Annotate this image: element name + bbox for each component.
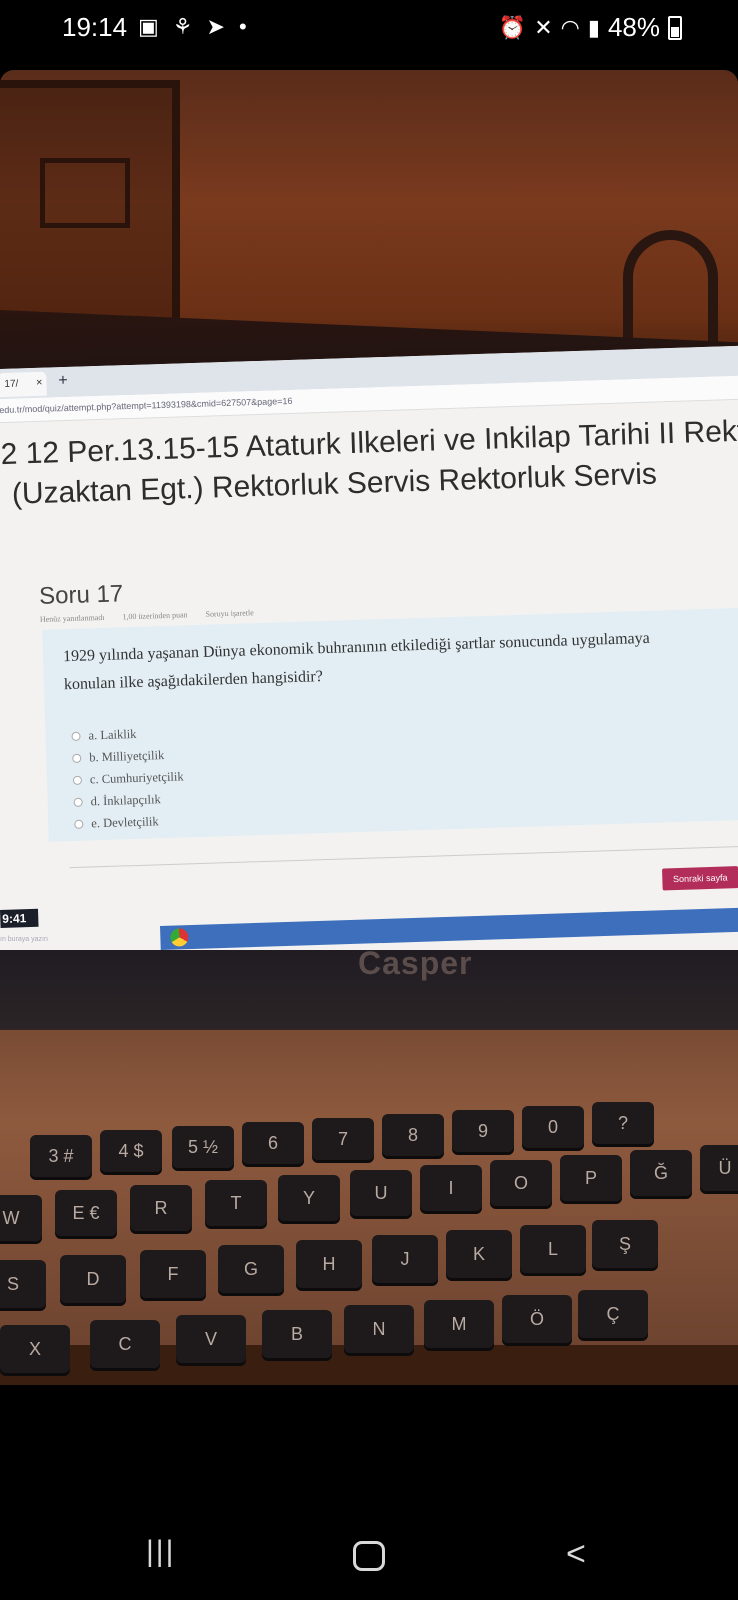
flag-question-link[interactable]: Soruyu işaretle	[205, 608, 253, 619]
key: 5 ½	[172, 1126, 234, 1168]
key: L	[520, 1225, 586, 1273]
question-grade: 1,00 üzerinden puan	[122, 610, 188, 622]
usb-icon: ⚘	[172, 14, 193, 39]
key: F	[140, 1250, 206, 1298]
key: V	[176, 1315, 246, 1363]
divider	[69, 844, 738, 869]
signal-icon: ▮	[587, 14, 600, 40]
laptop-screen: 17/ × + edu.tr/mod/quiz/attempt.php?atte…	[0, 344, 738, 980]
option-label[interactable]: a. Laiklik	[88, 726, 136, 742]
laptop-brand-logo: Casper	[358, 945, 473, 981]
option-label[interactable]: e. Devletçilik	[91, 814, 159, 831]
wifi-icon: ◠	[560, 14, 580, 40]
key: N	[344, 1305, 414, 1353]
key: 9	[452, 1110, 514, 1152]
key: R	[130, 1185, 192, 1231]
key: H	[296, 1240, 362, 1288]
status-time: 19:14	[62, 12, 128, 42]
notification-icons: ▣ ⚘ ➤ •	[138, 14, 247, 40]
key: P	[560, 1155, 622, 1201]
battery-icon	[668, 15, 682, 40]
url-text[interactable]: edu.tr/mod/quiz/attempt.php?attempt=1139…	[0, 396, 293, 415]
home-button[interactable]	[353, 1541, 385, 1571]
key: D	[60, 1255, 126, 1303]
keyboard: 3 # 4 $ 5 ½ 6 7 8 9 0 ? W E € R T Y U I …	[0, 1030, 738, 1373]
status-bar: 19:14 ▣ ⚘ ➤ • ⏰ ✕ ◠ ▮ 48%	[0, 0, 738, 70]
taskbar-search-hint[interactable]: ın buraya yazın	[0, 936, 48, 943]
radio-button[interactable]	[73, 797, 83, 807]
image-icon: ▣	[138, 14, 159, 39]
key: T	[205, 1180, 267, 1226]
radio-button[interactable]	[74, 819, 84, 829]
telegram-icon: ➤	[206, 14, 225, 39]
new-tab-button[interactable]: +	[58, 372, 68, 390]
option-label[interactable]: b. Milliyetçilik	[89, 748, 164, 765]
back-button[interactable]: <	[566, 1535, 586, 1574]
key: U	[350, 1170, 412, 1216]
course-title: 2 12 Per.13.15-15 Ataturk Ilkeleri ve In…	[0, 412, 738, 515]
answer-option[interactable]: e. Devletçilik	[74, 809, 185, 834]
question-label: Soru 17	[38, 580, 124, 610]
tab-close-icon[interactable]: ×	[36, 377, 43, 389]
key: J	[372, 1235, 438, 1283]
mute-icon: ✕	[534, 14, 553, 40]
question-state: Henüz yanıtlanmadı	[39, 612, 105, 624]
tab-title: 17/	[4, 378, 19, 390]
recent-apps-button[interactable]: |||	[146, 1535, 175, 1569]
system-icons: ⏰ ✕ ◠ ▮ 48%	[499, 12, 682, 43]
radio-button[interactable]	[72, 775, 83, 785]
key: G	[218, 1245, 284, 1293]
key: S	[0, 1260, 46, 1308]
radio-button[interactable]	[72, 753, 82, 763]
taskbar-clock: 9:41	[0, 908, 39, 928]
key: O	[490, 1160, 552, 1206]
wall-frame	[0, 80, 180, 330]
radio-button[interactable]	[71, 731, 81, 741]
browser-tab[interactable]: 17/ ×	[0, 371, 47, 398]
dot-icon: •	[238, 14, 247, 39]
chrome-icon[interactable]	[170, 928, 189, 947]
key: Ü	[700, 1145, 738, 1191]
key: Ç	[578, 1290, 648, 1338]
key: B	[262, 1310, 332, 1358]
key: 7	[312, 1118, 374, 1160]
next-page-button[interactable]: Sonraki sayfa	[662, 866, 738, 891]
question-text: 1929 yılında yaşanan Dünya ekonomik buhr…	[62, 629, 650, 694]
key: Y	[278, 1175, 340, 1221]
option-label[interactable]: c. Cumhuriyetçilik	[90, 769, 184, 787]
key: 6	[242, 1122, 304, 1164]
key: Ş	[592, 1220, 658, 1268]
key: I	[420, 1165, 482, 1211]
key: W	[0, 1195, 42, 1241]
key: C	[90, 1320, 160, 1368]
key: 0	[522, 1106, 584, 1148]
option-label[interactable]: d. İnkılapçılık	[90, 792, 161, 809]
key: 4 $	[100, 1130, 162, 1172]
key: Ğ	[630, 1150, 692, 1196]
question-meta: Henüz yanıtlanmadı 1,00 üzerinden puan S…	[40, 608, 254, 624]
key: Ö	[502, 1295, 572, 1343]
key: M	[424, 1300, 494, 1348]
key: X	[0, 1325, 70, 1373]
key: 8	[382, 1114, 444, 1156]
alarm-icon: ⏰	[498, 14, 527, 40]
key: 3 #	[30, 1135, 92, 1177]
key: K	[446, 1230, 512, 1278]
key: ?	[592, 1102, 654, 1144]
battery-percent: 48%	[607, 12, 660, 42]
answer-options: a. Laiklik b. Milliyetçilik c. Cumhuriye…	[71, 722, 185, 835]
camera-photo: 17/ × + edu.tr/mod/quiz/attempt.php?atte…	[0, 70, 738, 1385]
key: E €	[55, 1190, 117, 1236]
question-box: 1929 yılında yaşanan Dünya ekonomik buhr…	[42, 606, 738, 842]
mug-handle	[623, 230, 718, 350]
